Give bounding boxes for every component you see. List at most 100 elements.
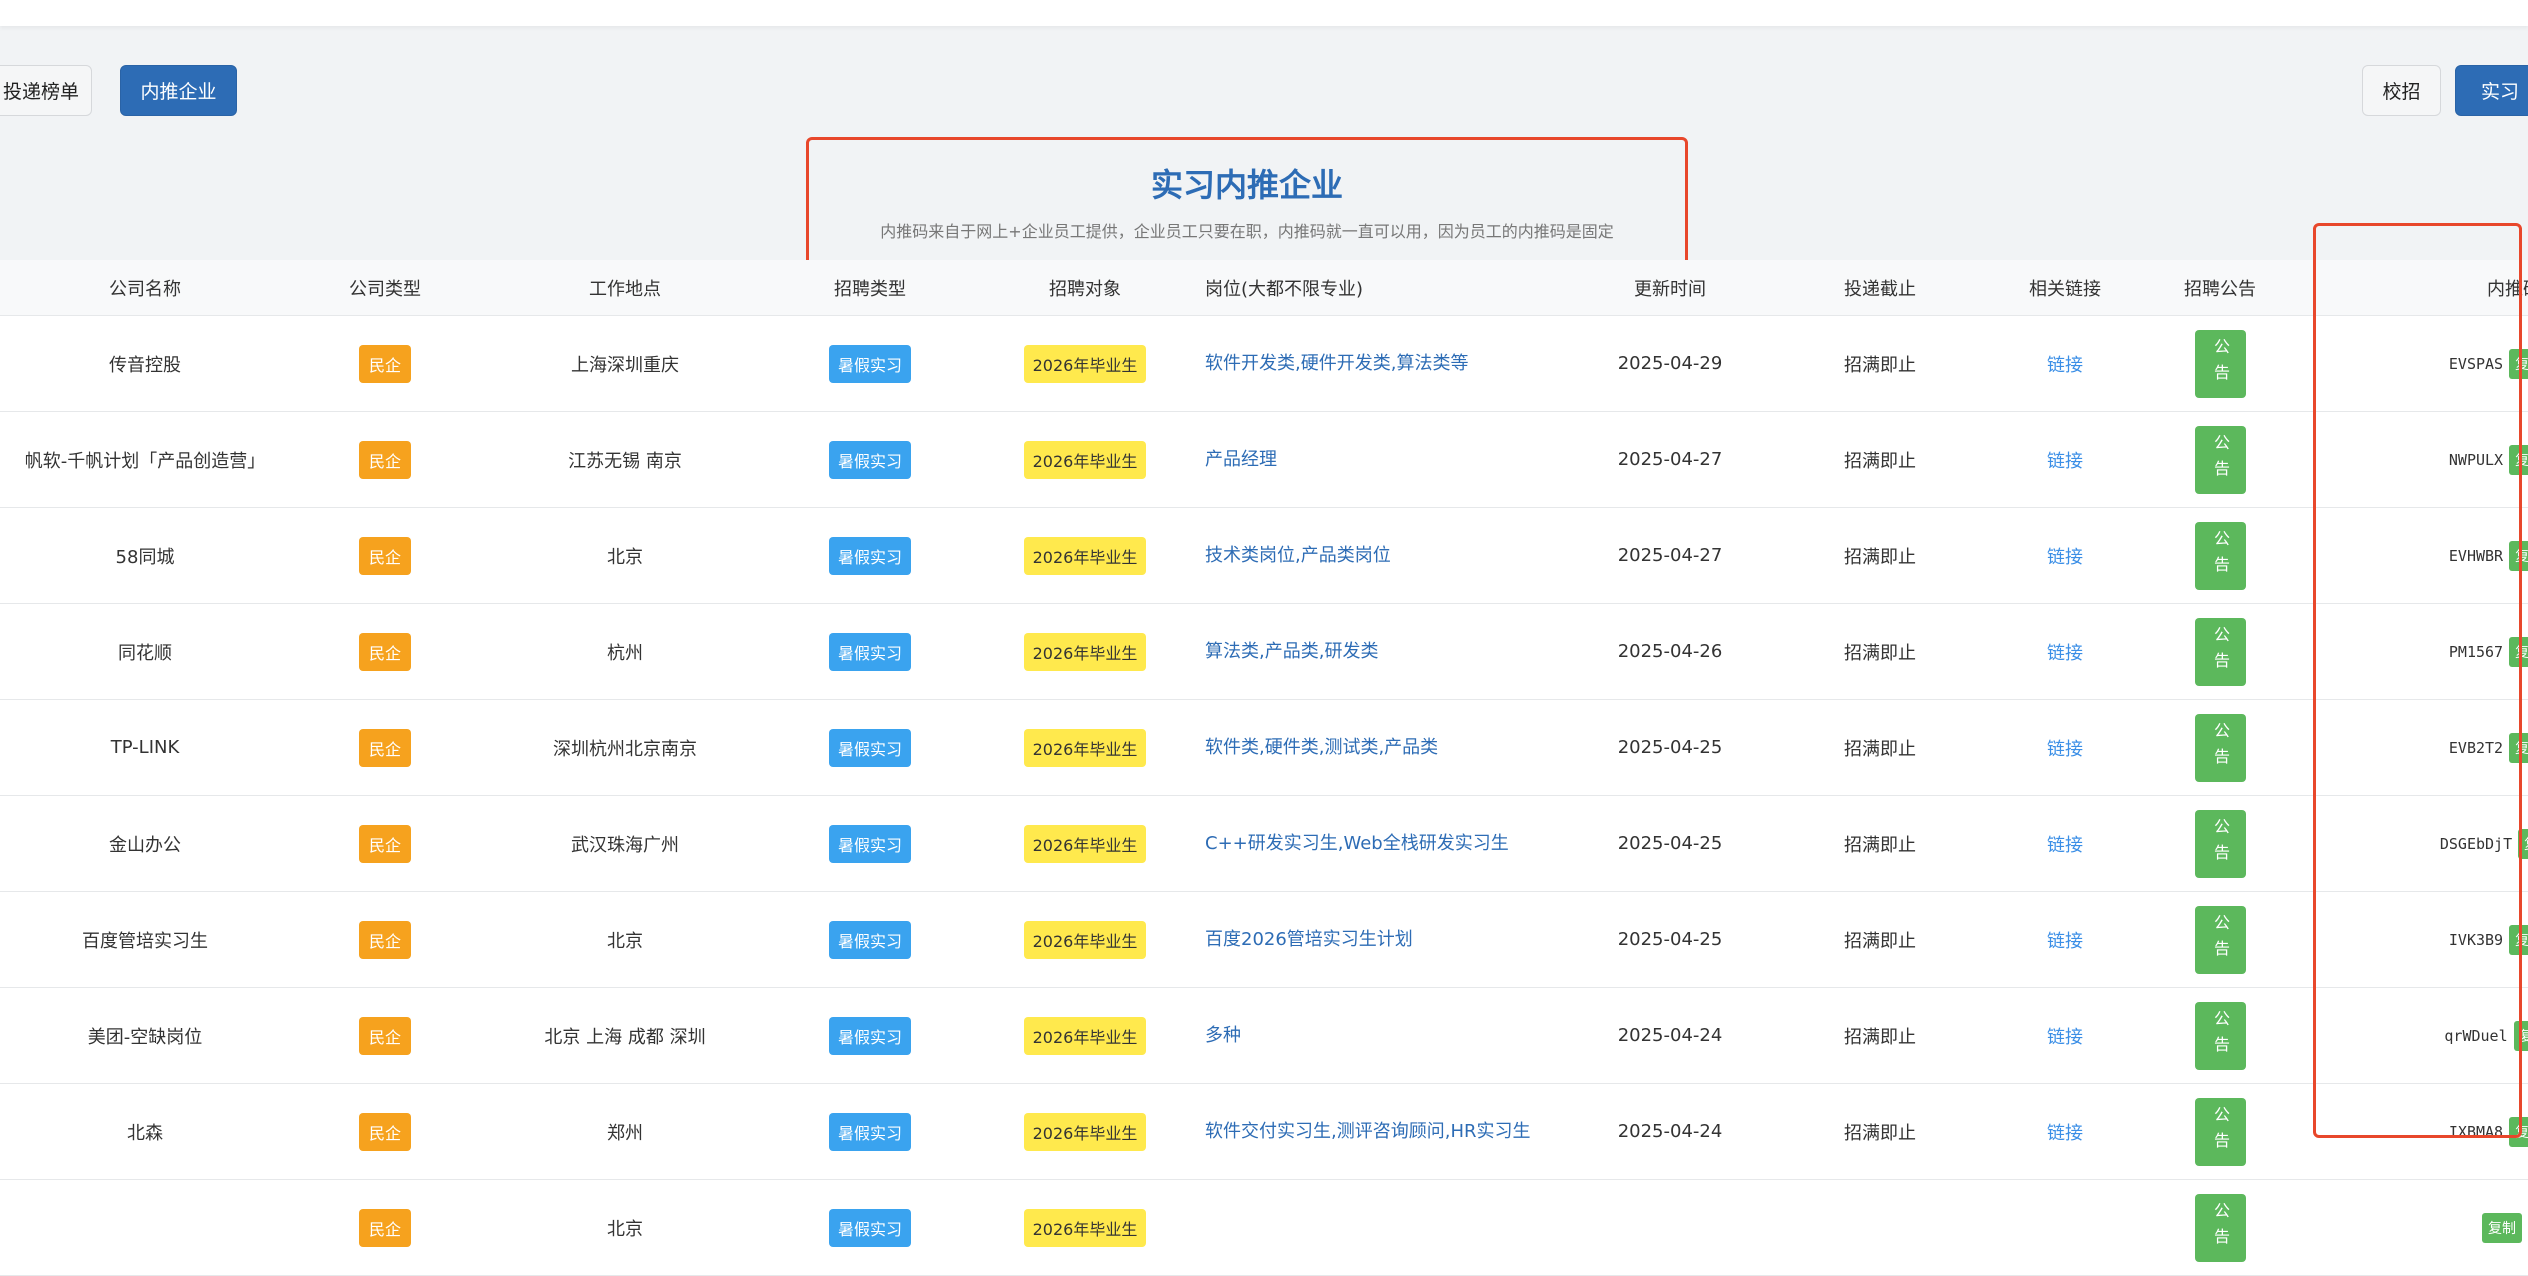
internship-button[interactable]: 实习 [2455,65,2528,116]
referral-companies-button[interactable]: 内推企业 [120,65,237,116]
table-row: 58同城 民企 北京 暑假实习 2026年毕业生 技术类岗位,产品类岗位 202… [0,508,2528,604]
deadline: 招满即止 [1844,738,1916,760]
column-header: 更新时间 [1634,278,1706,300]
table-row: 帆软-千帆计划「产品创造营」 民企 江苏无锡 南京 暑假实习 2026年毕业生 … [0,412,2528,508]
recruit-type-badge: 暑假实习 [828,1208,911,1247]
related-link-cell: 链接 [1990,543,2140,569]
recruit-type-badge: 暑假实习 [828,632,911,671]
referral-code-cell: DSGEbDjT 复制 [2300,828,2528,859]
referral-code: EVSPAS [2448,354,2504,373]
copy-button[interactable]: 复制 [2509,348,2528,379]
notice-button[interactable]: 公告 [2194,425,2246,494]
position-link[interactable]: 百度2026管培实习生计划 [1205,926,1413,954]
column-header: 投递截止 [1844,278,1916,300]
update-time: 2025-04-24 [1617,1025,1723,1046]
recruit-type-cell: 暑假实习 [770,1112,970,1151]
notice-button[interactable]: 公告 [2194,809,2246,878]
company-type-cell: 民企 [290,1016,480,1055]
notice-button[interactable]: 公告 [2194,713,2246,782]
recruit-target-badge: 2026年毕业生 [1023,824,1147,863]
referral-code: EVHWBR [2448,546,2504,565]
copy-button[interactable]: 复制 [2509,924,2528,955]
company-type-cell: 民企 [290,632,480,671]
table-row: 同花顺 民企 杭州 暑假实习 2026年毕业生 算法类,产品类,研发类 2025… [0,604,2528,700]
submission-ranking-button[interactable]: 投递榜单 [0,65,92,116]
deadline: 招满即止 [1844,834,1916,856]
company-type-cell: 民企 [290,824,480,863]
recruit-target-cell: 2026年毕业生 [970,1208,1200,1247]
copy-button[interactable]: 复制 [2518,828,2528,859]
company-type-badge: 民企 [358,632,411,671]
company-type-badge: 民企 [358,344,411,383]
related-link[interactable]: 链接 [2047,639,2083,665]
notice-button[interactable]: 公告 [2194,521,2246,590]
recruit-target-badge: 2026年毕业生 [1023,344,1147,383]
recruit-type-badge: 暑假实习 [828,440,911,479]
update-time: 2025-04-25 [1617,737,1723,758]
column-header: 岗位(大都不限专业) [1205,278,1364,300]
recruit-target-badge: 2026年毕业生 [1023,920,1147,959]
deadline: 招满即止 [1844,642,1916,664]
related-link[interactable]: 链接 [2047,927,2083,953]
related-link[interactable]: 链接 [2047,543,2083,569]
update-time: 2025-04-26 [1617,641,1723,662]
table-row: 民企 北京 暑假实习 2026年毕业生 公告 复制 [0,1180,2528,1276]
referral-code-cell: IXBMA8 复制 [2300,1116,2528,1147]
related-link-cell: 链接 [1990,1119,2140,1145]
referral-code-cell: EVHWBR 复制 [2300,540,2528,571]
copy-button[interactable]: 复制 [2482,1212,2522,1243]
notice-button[interactable]: 公告 [2194,617,2246,686]
company-name: TP-LINK [110,737,180,758]
related-link-cell: 链接 [1990,447,2140,473]
copy-button[interactable]: 复制 [2509,636,2528,667]
position-cell: 技术类岗位,产品类岗位 [1200,542,1570,570]
update-time: 2025-04-25 [1617,833,1723,854]
position-link[interactable]: 多种 [1205,1022,1241,1050]
notice-cell: 公告 [2140,329,2300,398]
notice-button[interactable]: 公告 [2194,1193,2246,1262]
related-link[interactable]: 链接 [2047,351,2083,377]
update-time: 2025-04-27 [1617,449,1723,470]
copy-button[interactable]: 复制 [2509,540,2528,571]
copy-button[interactable]: 复制 [2509,1116,2528,1147]
company-name: 帆软-千帆计划「产品创造营」 [24,450,266,472]
company-name: 百度管培实习生 [82,930,208,952]
copy-button[interactable]: 复制 [2513,1020,2528,1051]
company-type-badge: 民企 [358,728,411,767]
position-link[interactable]: 软件类,硬件类,测试类,产品类 [1205,734,1438,762]
referral-code: IXBMA8 [2448,1122,2504,1141]
referral-code: EVB2T2 [2448,738,2504,757]
related-link[interactable]: 链接 [2047,1023,2083,1049]
notice-button[interactable]: 公告 [2194,1097,2246,1166]
notice-button[interactable]: 公告 [2194,1001,2246,1070]
top-bar [0,0,2528,26]
copy-button[interactable]: 复制 [2509,732,2528,763]
notice-button[interactable]: 公告 [2194,329,2246,398]
related-link[interactable]: 链接 [2047,831,2083,857]
position-link[interactable]: 软件交付实习生,测评咨询顾问,HR实习生 [1205,1118,1530,1146]
company-name: 同花顺 [118,642,172,664]
related-link[interactable]: 链接 [2047,735,2083,761]
recruit-target-cell: 2026年毕业生 [970,344,1200,383]
notice-cell: 公告 [2140,521,2300,590]
position-link[interactable]: 算法类,产品类,研发类 [1205,638,1378,666]
related-link[interactable]: 链接 [2047,447,2083,473]
position-link[interactable]: 技术类岗位,产品类岗位 [1205,542,1391,570]
position-cell: 软件交付实习生,测评咨询顾问,HR实习生 [1200,1118,1570,1146]
referral-code: qrWDuel [2444,1026,2508,1045]
table-row: 百度管培实习生 民企 北京 暑假实习 2026年毕业生 百度2026管培实习生计… [0,892,2528,988]
recruit-type-cell: 暑假实习 [770,344,970,383]
referral-code-cell: NWPULX 复制 [2300,444,2528,475]
recruit-target-badge: 2026年毕业生 [1023,1208,1147,1247]
page-header: 实习内推企业 内推码来自于网上+企业员工提供，企业员工只要在职，内推码就一直可以… [806,137,1688,266]
position-link[interactable]: 软件开发类,硬件开发类,算法类等 [1205,350,1468,378]
position-link[interactable]: C++研发实习生,Web全栈研发实习生 [1205,830,1509,858]
campus-recruit-button[interactable]: 校招 [2362,65,2441,116]
referral-code-cell: 复制 [2300,1212,2528,1243]
table-row: 金山办公 民企 武汉珠海广州 暑假实习 2026年毕业生 C++研发实习生,We… [0,796,2528,892]
notice-button[interactable]: 公告 [2194,905,2246,974]
position-link[interactable]: 产品经理 [1205,446,1277,474]
related-link-cell: 链接 [1990,351,2140,377]
related-link[interactable]: 链接 [2047,1119,2083,1145]
copy-button[interactable]: 复制 [2509,444,2528,475]
